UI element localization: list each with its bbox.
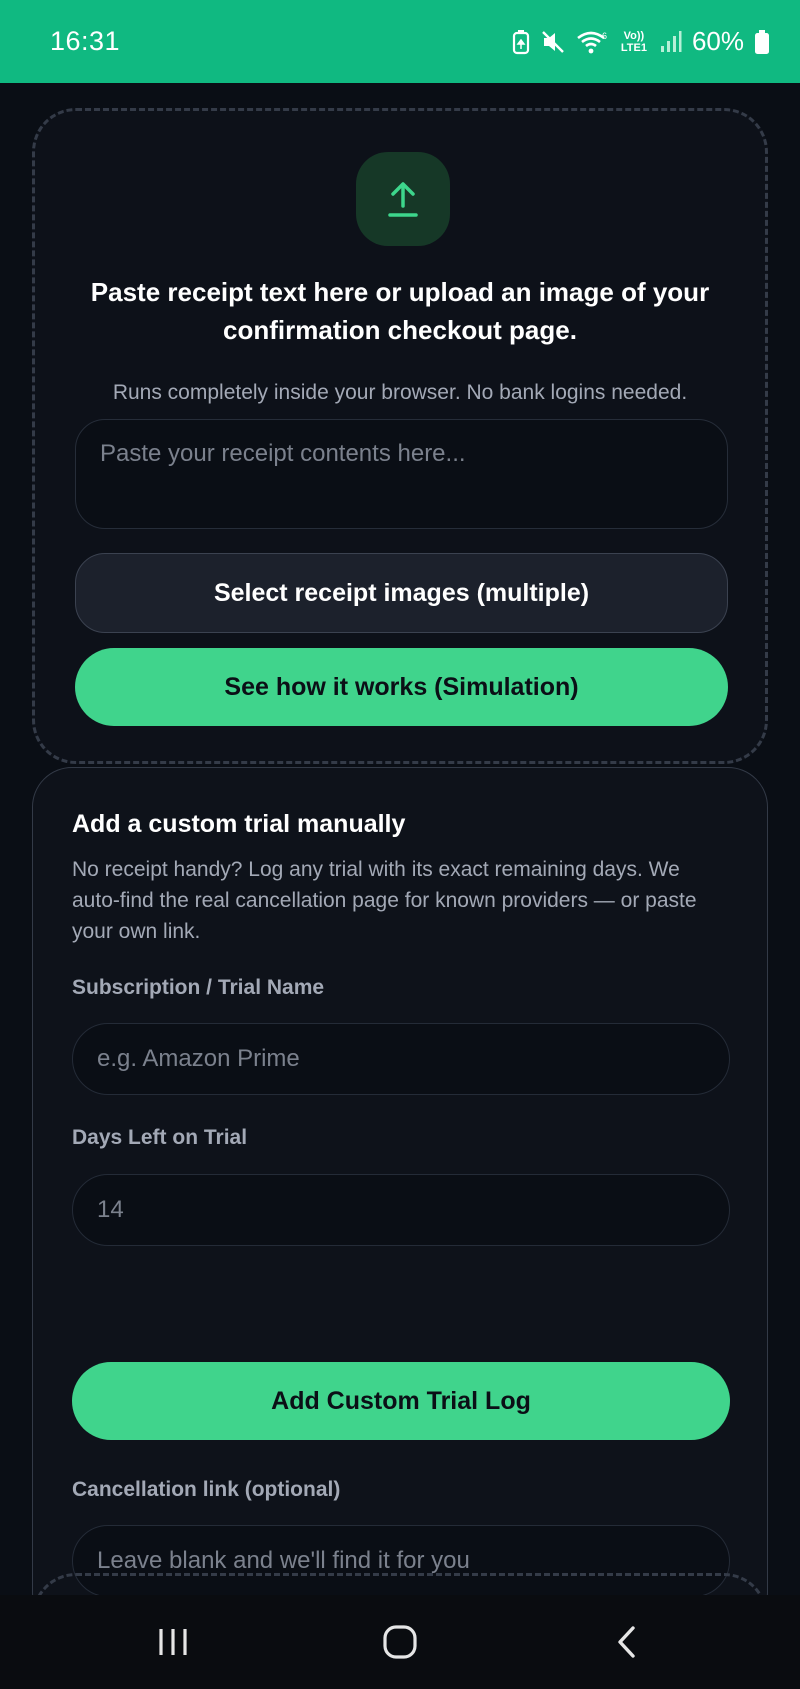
status-time: 16:31: [50, 26, 121, 56]
home-icon: [383, 1625, 417, 1659]
cancellation-link-label: Cancellation link (optional): [72, 1478, 341, 1501]
recent-apps-button[interactable]: [143, 1612, 203, 1672]
trial-name-label: Subscription / Trial Name: [72, 976, 325, 999]
custom-trial-card: Add a custom trial manually No receipt h…: [32, 767, 768, 1595]
simulation-button[interactable]: See how it works (Simulation): [75, 648, 728, 726]
battery-percent: 60%: [691, 26, 744, 56]
status-icons: 6 Vo)) LTE1 60%: [512, 26, 770, 57]
recent-apps-icon: [159, 1629, 187, 1655]
status-bar: 16:31 6 Vo)) LTE1 60%: [0, 0, 800, 83]
back-icon: [617, 1626, 635, 1658]
home-button[interactable]: [370, 1612, 430, 1672]
battery-icon: [755, 29, 769, 54]
page-content[interactable]: Paste receipt text here or upload an ima…: [0, 83, 800, 1595]
upload-arrow-icon: [388, 182, 418, 217]
receipt-dropzone[interactable]: Paste receipt text here or upload an ima…: [32, 108, 768, 764]
volte-icon: Vo)) LTE1: [620, 29, 647, 54]
add-custom-trial-button[interactable]: Add Custom Trial Log: [72, 1362, 730, 1440]
receipt-text-input[interactable]: [75, 419, 728, 529]
custom-trial-title: Add a custom trial manually: [72, 810, 406, 838]
svg-text:6: 6: [602, 31, 607, 41]
battery-saver-icon: [512, 29, 530, 54]
signal-icon: [660, 30, 682, 52]
system-nav-bar: [0, 1595, 800, 1689]
select-images-button[interactable]: Select receipt images (multiple): [75, 553, 728, 633]
custom-trial-description: No receipt handy? Log any trial with its…: [72, 858, 697, 943]
upload-subtitle: Runs completely inside your browser. No …: [112, 381, 688, 404]
trial-name-input[interactable]: [72, 1023, 730, 1095]
mute-icon: [542, 30, 564, 53]
days-left-input[interactable]: [72, 1174, 730, 1246]
back-button[interactable]: [597, 1612, 657, 1672]
next-section-peek: [32, 1573, 768, 1595]
upload-title: Paste receipt text here or upload an ima…: [90, 277, 710, 345]
wifi-icon: 6: [577, 31, 607, 53]
days-left-label: Days Left on Trial: [72, 1126, 248, 1149]
upload-icon-badge: [356, 152, 450, 246]
